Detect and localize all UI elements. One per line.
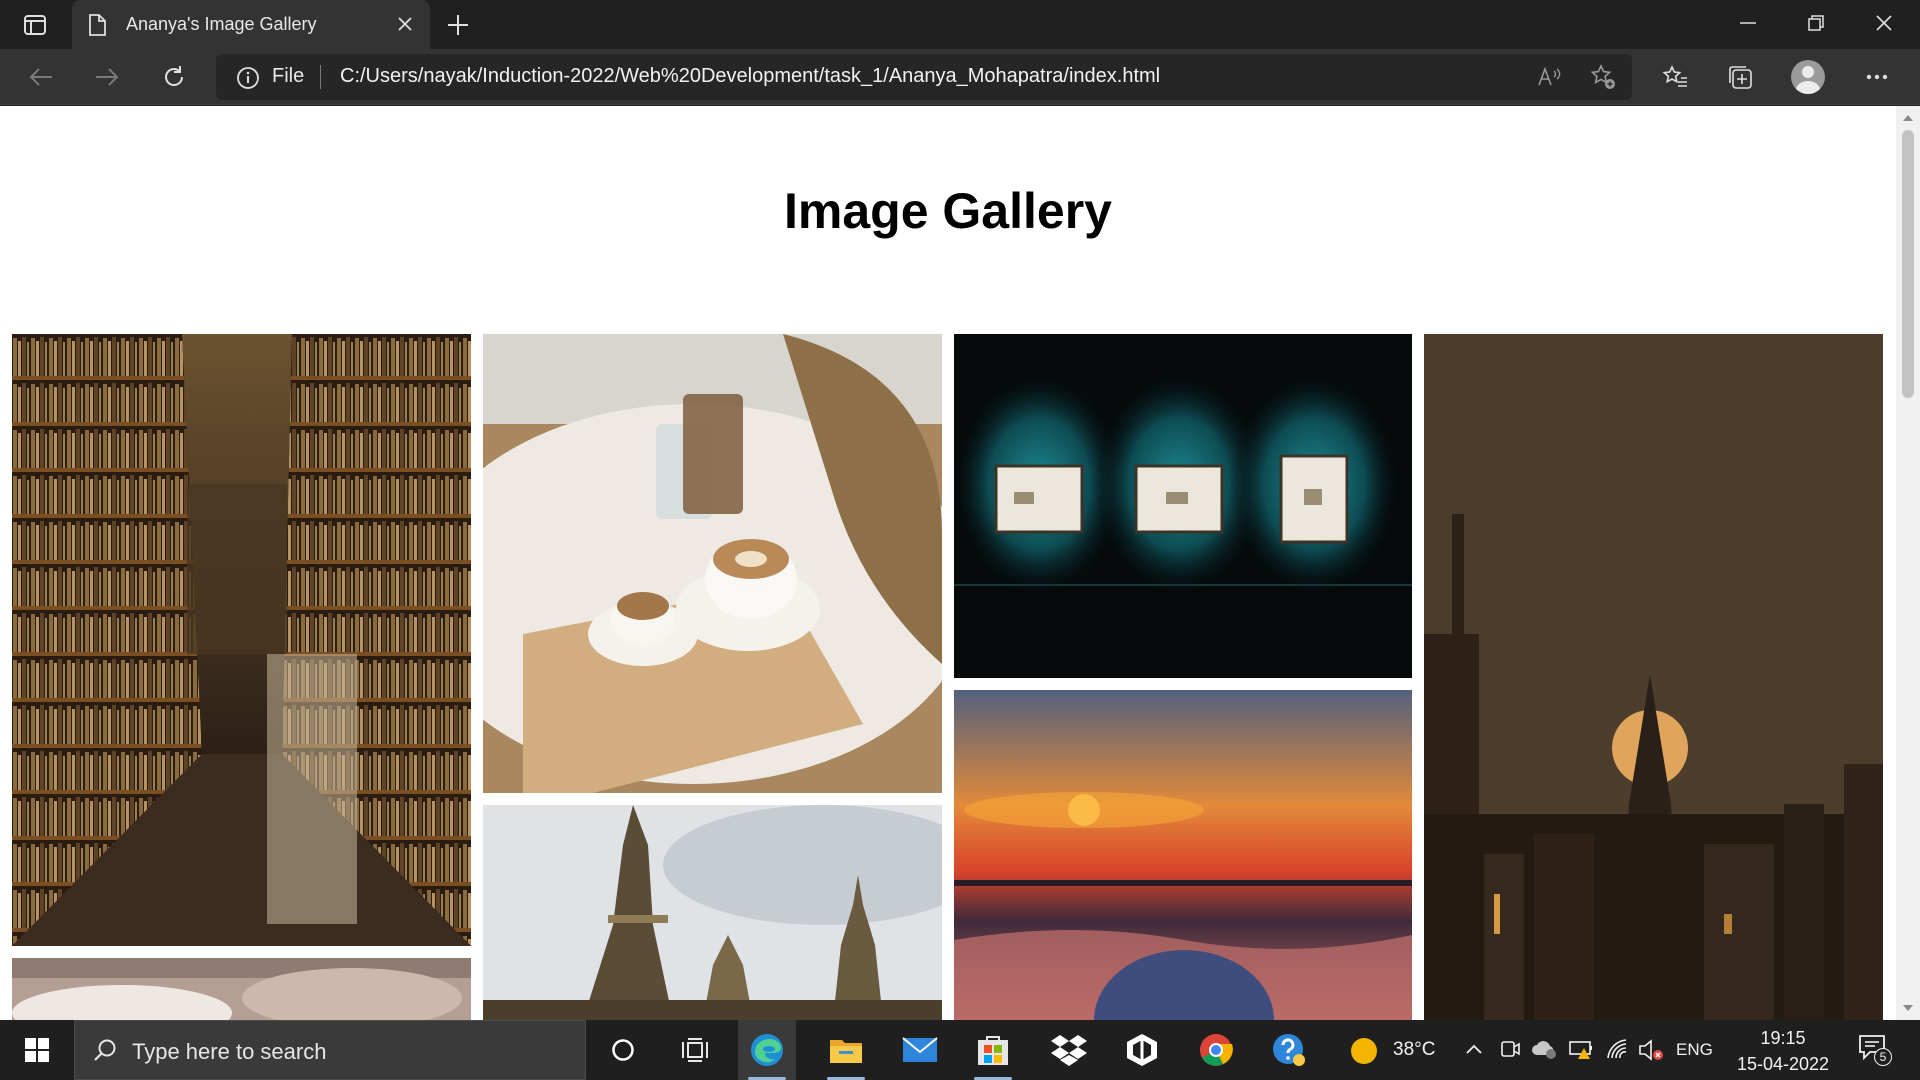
tab-actions-icon <box>24 15 46 35</box>
taskbar-help[interactable] <box>1260 1020 1318 1080</box>
page-viewport: Image Gallery <box>0 106 1896 1020</box>
plus-icon <box>448 15 468 35</box>
folder-icon <box>830 1040 862 1063</box>
taskbar-file-explorer[interactable] <box>817 1020 875 1080</box>
address-divider <box>320 65 321 89</box>
arrow-left-icon <box>29 68 52 86</box>
tab-close-button[interactable] <box>392 11 418 37</box>
new-tab-button[interactable] <box>442 9 474 41</box>
taskbar: Type here to search 38°C ENG 19:15 15-04… <box>0 1020 1920 1080</box>
url-text[interactable]: C:/Users/nayak/Induction-2022/Web%20Deve… <box>340 65 1160 88</box>
taskbar-hexagon-app[interactable] <box>1113 1020 1171 1080</box>
task-view-icon <box>682 1038 708 1062</box>
onedrive-icon[interactable] <box>1531 1038 1557 1060</box>
favorites-icon <box>1662 65 1687 87</box>
read-aloud-button[interactable] <box>1534 62 1564 92</box>
forward-button[interactable] <box>88 58 126 96</box>
favorites-button[interactable] <box>1656 58 1694 96</box>
info-icon[interactable] <box>236 66 260 90</box>
chevron-up-icon[interactable] <box>1466 1044 1482 1054</box>
arrow-right-icon <box>96 68 119 86</box>
read-aloud-icon <box>1538 67 1561 86</box>
meet-now-icon[interactable] <box>1499 1038 1521 1060</box>
taskbar-edge[interactable] <box>738 1020 796 1080</box>
tab-title: Ananya's Image Gallery <box>126 14 317 34</box>
minimize-button[interactable] <box>1714 0 1782 46</box>
search-icon <box>94 1039 116 1061</box>
collections-button[interactable] <box>1721 58 1759 96</box>
avatar <box>1791 60 1825 94</box>
mail-icon <box>902 1037 938 1062</box>
add-favorite-button[interactable] <box>1588 62 1618 92</box>
scroll-up-icon[interactable] <box>1902 112 1914 124</box>
address-field[interactable]: File C:/Users/nayak/Induction-2022/Web%2… <box>216 54 1632 100</box>
gallery-image-bookshop[interactable] <box>12 334 471 946</box>
cortana-button[interactable] <box>594 1020 652 1080</box>
window-close-button[interactable] <box>1850 0 1918 46</box>
refresh-button[interactable] <box>155 58 193 96</box>
dropbox-icon <box>1051 1035 1087 1066</box>
gallery-image-cathedral[interactable] <box>483 805 942 1020</box>
windows-icon <box>25 1038 49 1062</box>
task-view-button[interactable] <box>666 1020 724 1080</box>
gallery-image-coffee[interactable] <box>483 334 942 793</box>
volume-muted-icon[interactable] <box>1638 1038 1664 1062</box>
page-scrollbar[interactable] <box>1896 106 1920 1020</box>
hexagon-app-icon <box>1127 1034 1157 1066</box>
notification-count: 5 <box>1874 1048 1892 1066</box>
notifications-button[interactable]: 5 <box>1858 1034 1892 1066</box>
taskbar-store[interactable] <box>964 1020 1022 1080</box>
toolbar: File C:/Users/nayak/Induction-2022/Web%2… <box>0 49 1920 105</box>
gallery-image-bedroom[interactable] <box>12 958 471 1020</box>
page-icon <box>89 14 106 36</box>
taskbar-search[interactable]: Type here to search <box>74 1020 586 1080</box>
close-icon <box>1876 15 1892 31</box>
cortana-icon <box>612 1039 634 1061</box>
scrollbar-thumb[interactable] <box>1902 130 1914 398</box>
help-icon <box>1273 1034 1305 1066</box>
back-button[interactable] <box>22 58 60 96</box>
language-indicator[interactable]: ENG <box>1676 1040 1713 1060</box>
scroll-down-icon[interactable] <box>1902 1002 1914 1014</box>
gallery-image-sunset[interactable] <box>954 690 1412 1020</box>
minimize-icon <box>1740 22 1756 24</box>
settings-more-button[interactable] <box>1858 58 1896 96</box>
gallery-image-frames[interactable] <box>954 334 1412 678</box>
edge-icon <box>751 1034 783 1066</box>
collections-icon <box>1729 66 1752 89</box>
close-icon <box>398 17 412 31</box>
restore-button[interactable] <box>1782 0 1850 46</box>
page-title: Image Gallery <box>784 183 1112 239</box>
restore-icon <box>1808 15 1824 31</box>
wifi-icon[interactable] <box>1606 1038 1630 1060</box>
store-icon <box>978 1036 1008 1065</box>
taskbar-mail[interactable] <box>891 1020 949 1080</box>
profile-button[interactable] <box>1789 58 1827 96</box>
more-icon <box>1866 74 1888 80</box>
clock-time: 19:15 <box>1760 1028 1806 1048</box>
taskbar-dropbox[interactable] <box>1040 1020 1098 1080</box>
weather-temp[interactable]: 38°C <box>1393 1039 1435 1061</box>
tab-bar: Ananya's Image Gallery <box>0 0 1920 49</box>
clock[interactable]: 19:15 15-04-2022 <box>1718 1025 1848 1077</box>
clock-date: 15-04-2022 <box>1736 1054 1830 1074</box>
site-info-label[interactable]: File <box>272 65 304 88</box>
taskbar-chrome[interactable] <box>1187 1020 1245 1080</box>
tab-active[interactable]: Ananya's Image Gallery <box>72 0 430 49</box>
battery-warning-icon[interactable] <box>1568 1038 1594 1060</box>
weather-icon[interactable] <box>1350 1037 1378 1065</box>
refresh-icon <box>165 66 184 86</box>
gallery-image-city[interactable] <box>1424 334 1883 1020</box>
chrome-icon <box>1200 1034 1233 1066</box>
star-add-icon <box>1590 64 1615 89</box>
start-button[interactable] <box>8 1020 66 1080</box>
search-placeholder: Type here to search <box>132 1039 327 1064</box>
tab-actions-button[interactable] <box>14 10 56 40</box>
